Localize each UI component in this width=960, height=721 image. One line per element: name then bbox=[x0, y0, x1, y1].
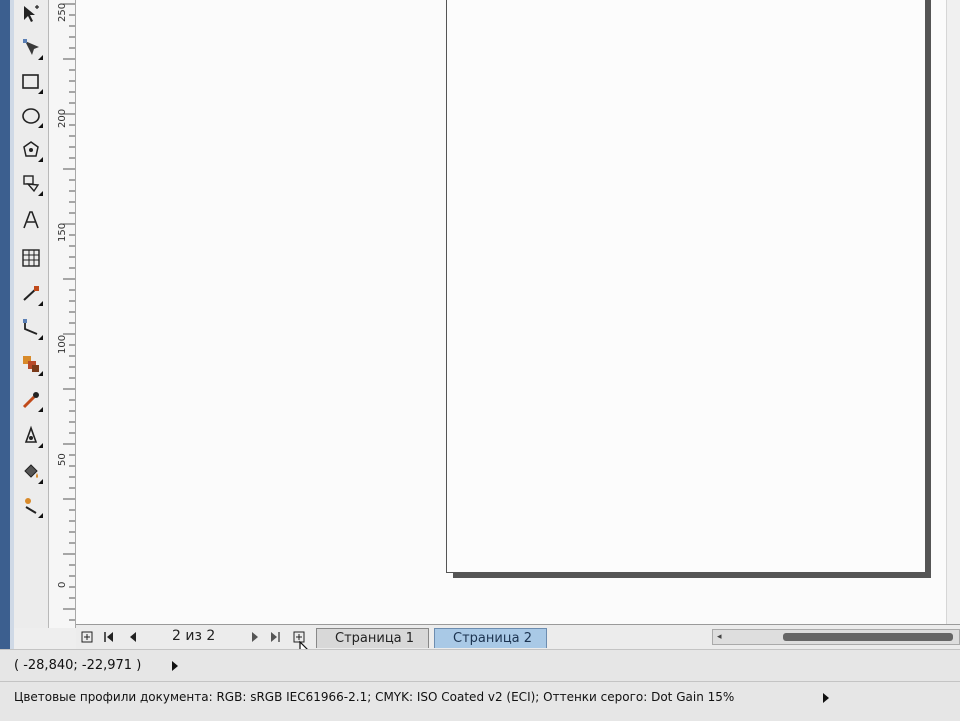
ruler-label-0: 0 bbox=[57, 581, 68, 588]
ruler-label-250: 250 bbox=[57, 2, 68, 22]
status-bar-color-profiles: Цветовые профили документа: RGB: sRGB IE… bbox=[0, 681, 960, 721]
pick-tool-icon bbox=[24, 5, 39, 22]
document-page[interactable] bbox=[446, 0, 926, 573]
ellipse-tool[interactable] bbox=[17, 102, 45, 130]
first-page-icon bbox=[104, 632, 113, 642]
horizontal-scrollbar[interactable]: ◂ bbox=[712, 629, 960, 645]
eyedropper-tool[interactable] bbox=[17, 386, 45, 414]
rectangle-tool[interactable] bbox=[17, 68, 45, 96]
table-tool-icon bbox=[22, 249, 40, 267]
cursor-coordinates: ( -28,840; -22,971 ) bbox=[14, 658, 142, 673]
status-bar-coordinates: ( -28,840; -22,971 ) bbox=[0, 649, 960, 682]
ruler-label-150: 150 bbox=[57, 222, 68, 242]
previous-page-icon bbox=[130, 632, 136, 642]
blend-tool[interactable] bbox=[17, 350, 45, 378]
interactive-fill-tool[interactable] bbox=[17, 492, 45, 520]
vertical-scrollbar[interactable] bbox=[946, 0, 960, 624]
drawing-canvas[interactable] bbox=[76, 0, 946, 624]
ruler-label-200: 200 bbox=[57, 108, 68, 128]
text-tool[interactable] bbox=[17, 206, 45, 234]
fill-tool[interactable] bbox=[17, 458, 45, 486]
color-profiles-arrow-icon[interactable] bbox=[823, 693, 829, 703]
ruler-label-50: 50 bbox=[57, 453, 68, 466]
pick-tool[interactable] bbox=[17, 0, 45, 28]
last-page-button[interactable] bbox=[268, 629, 282, 645]
shape-tool[interactable] bbox=[17, 34, 45, 62]
toolbox bbox=[14, 0, 49, 628]
coordinates-menu-arrow-icon[interactable] bbox=[172, 661, 178, 671]
dimension-tool[interactable] bbox=[17, 280, 45, 308]
tab-page-2[interactable]: Страница 2 bbox=[434, 628, 548, 648]
window-frame bbox=[0, 0, 10, 680]
last-page-icon bbox=[271, 632, 280, 642]
next-page-button[interactable] bbox=[248, 629, 262, 645]
page-navigator: 2 из 2 Страница 1 Страница 2 ◂ bbox=[76, 624, 960, 649]
basic-shapes-tool[interactable] bbox=[17, 170, 45, 198]
add-page-before-button[interactable] bbox=[80, 629, 94, 645]
add-page-icon bbox=[81, 631, 93, 643]
ruler-ticks bbox=[63, 3, 75, 621]
tab-page-1[interactable]: Страница 1 bbox=[316, 628, 430, 648]
tab-page-1-label: Страница 1 bbox=[335, 631, 415, 646]
first-page-button[interactable] bbox=[102, 629, 116, 645]
ruler-label-100: 100 bbox=[57, 334, 68, 354]
page-count: 2 из 2 bbox=[172, 628, 216, 644]
text-tool-icon bbox=[23, 211, 39, 229]
polygon-tool[interactable] bbox=[17, 136, 45, 164]
scroll-left-icon[interactable]: ◂ bbox=[717, 632, 722, 642]
horizontal-scroll-thumb[interactable] bbox=[783, 633, 953, 641]
table-tool[interactable] bbox=[17, 244, 45, 272]
tab-page-2-label: Страница 2 bbox=[453, 631, 533, 646]
color-profiles-text[interactable]: Цветовые профили документа: RGB: sRGB IE… bbox=[14, 690, 734, 704]
vertical-ruler[interactable]: 250 200 150 100 50 0 bbox=[49, 0, 76, 628]
connector-tool[interactable] bbox=[17, 314, 45, 342]
outline-tool[interactable] bbox=[17, 422, 45, 450]
previous-page-button[interactable] bbox=[126, 629, 140, 645]
next-page-icon bbox=[252, 632, 258, 642]
